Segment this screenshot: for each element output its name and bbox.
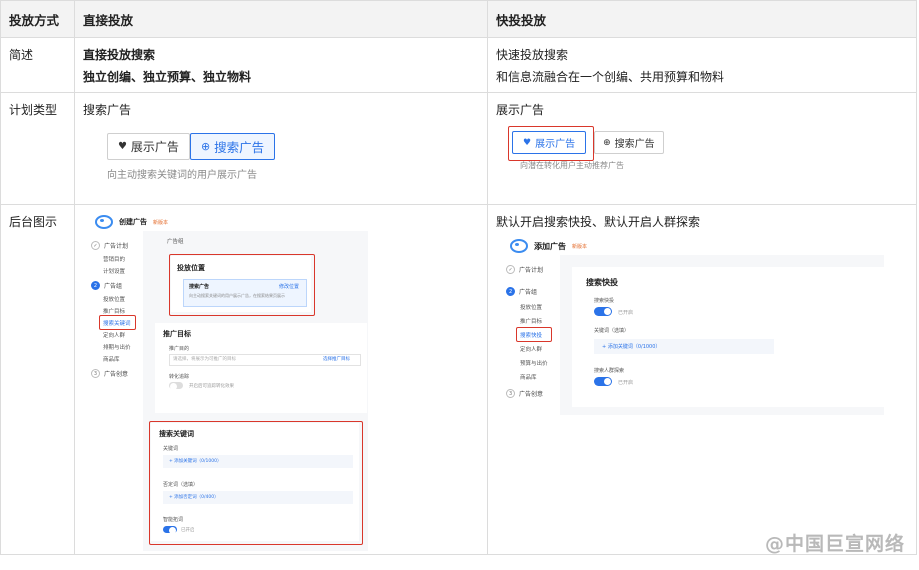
highlight-box bbox=[516, 327, 553, 342]
table-row: 简述 直接投放搜索 独立创编、独立预算、独立物料 快速投放搜索 和信息流融合在一… bbox=[0, 37, 917, 93]
quick-summary-line1: 快速投放搜索 bbox=[496, 48, 569, 62]
header-quick: 快投投放 bbox=[487, 0, 917, 38]
mock-title: 添加广告 新版本 bbox=[510, 239, 587, 253]
highlight-box bbox=[168, 254, 315, 316]
table-row: 后台图示 创建广告 新版本 ✓ 广告计划 营销目的 计划设置 2 广告组 投放位置 … bbox=[0, 204, 917, 555]
conversion-toggle[interactable] bbox=[168, 382, 183, 390]
direct-plan-type: 搜索广告 bbox=[82, 103, 131, 117]
step-item[interactable]: ✓ 广告计划 bbox=[90, 241, 128, 250]
step-item[interactable]: 3 广告创意 bbox=[90, 369, 128, 378]
sub-item[interactable]: 商品库 bbox=[520, 373, 537, 381]
direct-backend-screenshot: 创建广告 新版本 ✓ 广告计划 营销目的 计划设置 2 广告组 投放位置 推广目标 … bbox=[83, 211, 479, 551]
header-direct: 直接投放 bbox=[73, 0, 489, 38]
sub-item[interactable]: 排期与出价 bbox=[103, 343, 131, 351]
quick-backend-screenshot: 添加广告 新版本 ✓ 广告计划 2 广告组 投放位置 推广目标 搜索快投 定向人群 … bbox=[496, 233, 908, 549]
quick-plan-type-selector: ♥ 展示广告 ⊕ 搜索广告 向潜在转化用户主动推荐广告 bbox=[508, 126, 908, 171]
quick-search-panel bbox=[572, 267, 885, 407]
quick-search-toggle[interactable] bbox=[594, 307, 613, 316]
direct-summary-line1: 直接投放搜索 bbox=[82, 48, 155, 62]
highlight-box bbox=[508, 126, 595, 161]
highlight-box bbox=[98, 315, 136, 330]
sub-item[interactable]: 定向人群 bbox=[103, 331, 125, 339]
step-item[interactable]: 2 广告组 bbox=[90, 281, 122, 290]
sub-item[interactable]: 商品库 bbox=[103, 355, 120, 363]
search-ad-option-label: 搜索广告 bbox=[614, 139, 655, 150]
sub-item[interactable]: 计划设置 bbox=[103, 267, 125, 275]
sub-item[interactable]: 投放位置 bbox=[103, 295, 125, 303]
shield-icon: ♥ bbox=[117, 141, 127, 152]
row-label-plan-type: 计划类型 bbox=[9, 103, 58, 117]
step-item[interactable]: ✓ 广告计划 bbox=[506, 265, 543, 274]
select-target-link[interactable]: 选择推广目标 bbox=[323, 356, 350, 362]
quick-backend-text: 默认开启搜索快投、默认开启人群探索 bbox=[496, 215, 701, 229]
quick-search-title: 搜索快投 bbox=[586, 278, 619, 287]
step-item[interactable]: 2 广告组 bbox=[506, 287, 537, 296]
display-ad-option-label: 展示广告 bbox=[130, 140, 179, 154]
mock-title: 创建广告 新版本 bbox=[94, 215, 168, 229]
sub-item[interactable]: 推广目标 bbox=[520, 317, 542, 325]
search-ad-option[interactable]: ⊕ 搜索广告 bbox=[594, 131, 664, 154]
row-label-summary: 简述 bbox=[9, 48, 34, 62]
crowd-explore-toggle[interactable] bbox=[594, 377, 613, 386]
quick-plan-hint: 向潜在转化用户主动推荐广告 bbox=[520, 161, 625, 170]
sub-item[interactable]: 预算与出价 bbox=[520, 359, 548, 367]
logo-icon bbox=[510, 239, 529, 253]
logo-icon bbox=[94, 215, 113, 229]
display-ad-option[interactable]: ♥ 展示广告 bbox=[106, 133, 190, 160]
direct-plan-hint: 向主动搜索关键词的用户展示广告 bbox=[106, 170, 257, 181]
direct-plan-type-selector: ♥ 展示广告 ⊕ 搜索广告 向主动搜索关键词的用户展示广告 bbox=[106, 133, 479, 181]
sub-item[interactable]: 营销目的 bbox=[103, 255, 125, 263]
group-label: 广告组 bbox=[166, 239, 184, 245]
row-label-backend: 后台图示 bbox=[9, 215, 58, 229]
sub-item[interactable]: 投放位置 bbox=[520, 303, 542, 311]
direct-summary-line2: 独立创编、独立预算、独立物料 bbox=[82, 70, 251, 84]
sub-item[interactable]: 定向人群 bbox=[520, 345, 542, 353]
search-icon: ⊕ bbox=[603, 137, 611, 148]
header-method: 投放方式 bbox=[0, 0, 75, 38]
search-ad-option[interactable]: ⊕ 搜索广告 bbox=[189, 133, 276, 160]
highlight-box bbox=[148, 421, 363, 545]
table-row: 计划类型 搜索广告 ♥ 展示广告 ⊕ 搜索广告 向主动搜索关键词的用户展示广告 … bbox=[0, 92, 917, 205]
table-header-row: 投放方式 直接投放 快投投放 bbox=[0, 0, 917, 38]
sub-item[interactable]: 推广目标 bbox=[103, 307, 125, 315]
quick-summary-line2: 和信息流融合在一个创编、共用预算和物料 bbox=[496, 70, 725, 84]
quick-plan-type: 展示广告 bbox=[496, 103, 545, 117]
comparison-table: 投放方式 直接投放 快投投放 简述 直接投放搜索 独立创编、独立预算、独立物料 … bbox=[0, 0, 917, 555]
watermark: @中国巨宣网络 bbox=[764, 533, 905, 555]
search-icon: ⊕ bbox=[200, 140, 211, 153]
target-title: 推广目标 bbox=[162, 330, 191, 338]
search-ad-option-label: 搜索广告 bbox=[214, 140, 265, 155]
step-item[interactable]: 3 广告创意 bbox=[506, 389, 543, 398]
